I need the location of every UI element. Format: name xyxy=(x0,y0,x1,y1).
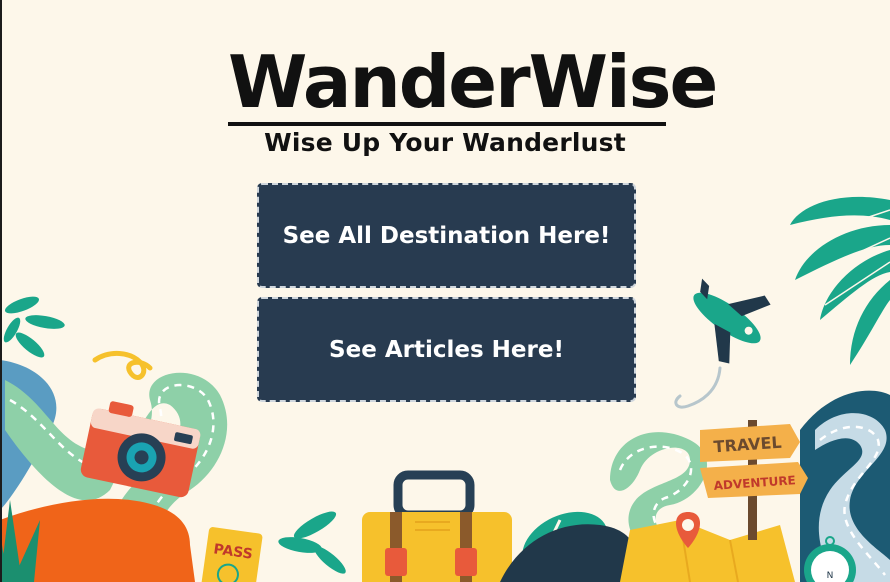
tagline: Wise Up Your Wanderlust xyxy=(264,128,626,157)
navy-hill xyxy=(500,524,640,582)
center-left-leaves xyxy=(278,511,346,574)
left-leaves xyxy=(3,296,65,358)
landing-page: PASS N TRAVEL ADVENTURE WanderWise Wise … xyxy=(0,0,890,582)
map-icon xyxy=(620,519,795,582)
see-destinations-button[interactable]: See All Destination Here! xyxy=(257,183,636,288)
right-palm-leaves xyxy=(790,196,890,365)
suitcase-icon xyxy=(362,470,512,582)
signpost-icon: TRAVEL ADVENTURE xyxy=(700,420,808,540)
yellow-squiggle xyxy=(92,351,153,380)
left-edge-border xyxy=(0,0,2,582)
plane-trail xyxy=(674,366,722,409)
svg-text:N: N xyxy=(827,571,834,581)
brand-title: WanderWise xyxy=(228,40,718,126)
airplane-icon xyxy=(693,278,771,364)
see-articles-button[interactable]: See Articles Here! xyxy=(257,297,636,402)
passport-icon: PASS xyxy=(201,527,263,582)
